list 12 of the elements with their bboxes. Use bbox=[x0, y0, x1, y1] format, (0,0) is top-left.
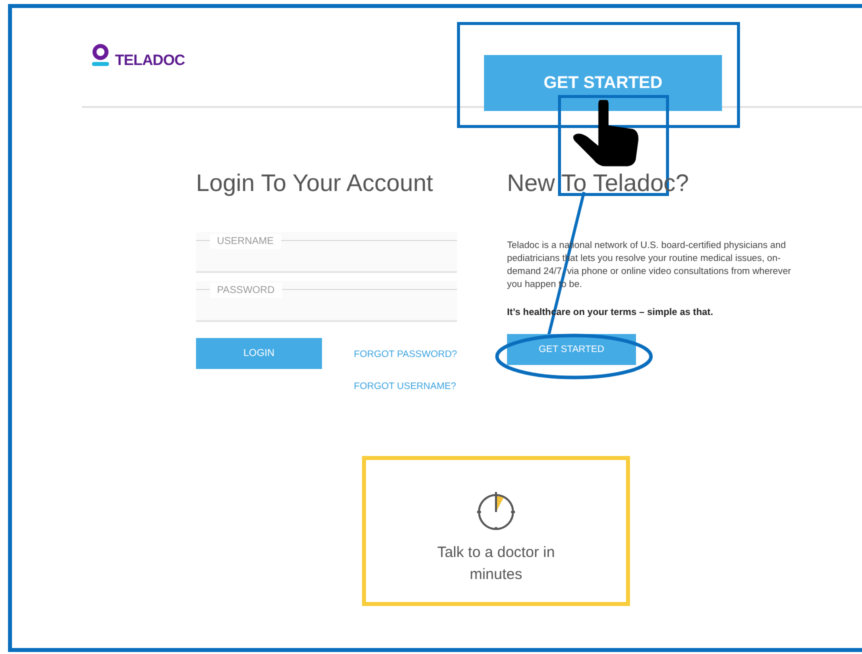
field-label: PASSWORD bbox=[210, 283, 282, 298]
forgot-link[interactable]: FORGOT PASSWORD? bbox=[354, 348, 457, 362]
login-button[interactable]: LOGIN bbox=[196, 338, 322, 369]
get-started-button[interactable]: GET STARTED bbox=[484, 55, 722, 111]
forgot-link[interactable]: FORGOT USERNAME? bbox=[354, 380, 457, 394]
feature-text: Talk to a doctor in minutes bbox=[436, 543, 556, 585]
input-field[interactable]: USERNAME bbox=[196, 232, 457, 273]
input-field[interactable]: PASSWORD bbox=[196, 281, 457, 322]
login-title: Login To Your Account bbox=[196, 170, 434, 198]
logo-text: TELADOC bbox=[115, 51, 185, 71]
logo-icon bbox=[92, 44, 109, 68]
field-label: USERNAME bbox=[210, 234, 281, 249]
